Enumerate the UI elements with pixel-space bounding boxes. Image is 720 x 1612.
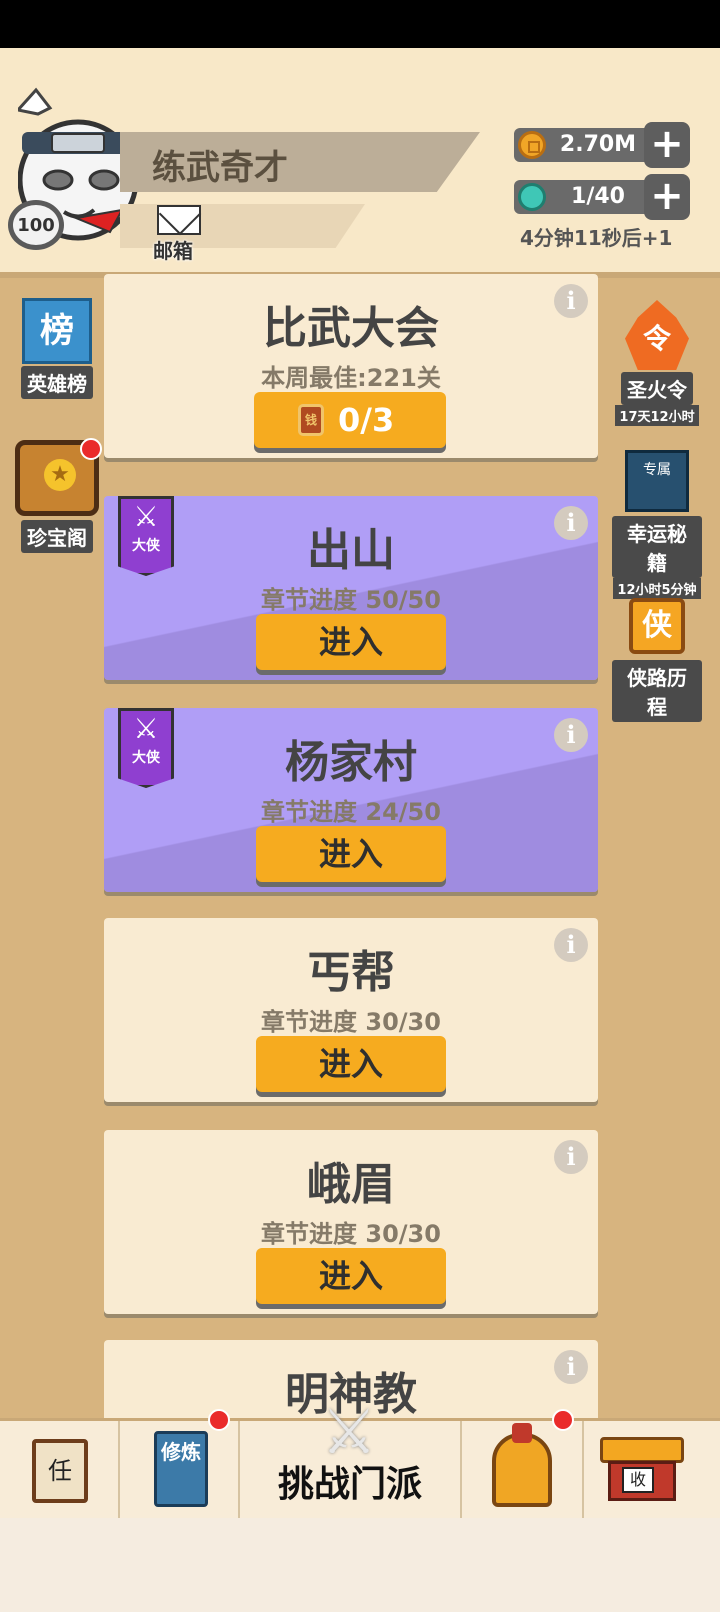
training-book-icon: 修炼 (154, 1431, 208, 1507)
chapter-title: 峨眉 (307, 1159, 395, 1210)
chapter-progress: 章节进度 30/30 (261, 1220, 441, 1248)
nav-training[interactable]: 修炼 (120, 1409, 240, 1521)
coin-counter: 2.70M + (514, 122, 690, 168)
secret-book-icon: 专属 (625, 450, 689, 512)
bottom-navigation: 任 修炼 ⚔ 挑战门派 收 (0, 1397, 720, 1521)
chapter-title: 丐帮 (307, 947, 395, 998)
collect-sign: 收 (622, 1467, 654, 1493)
lucky-manual-timer: 12小时5分钟 (613, 578, 701, 599)
energy-timer: 4分钟11秒后+1 (520, 226, 673, 250)
enter-button[interactable]: 进入 (256, 1248, 446, 1304)
tournament-enter-button[interactable]: 钱 0/3 (254, 392, 446, 448)
chapter-title: 杨家村 (285, 737, 417, 788)
hero-journey-button[interactable]: 侠 侠路历程 (612, 598, 702, 722)
ranking-scroll-icon: 榜 (22, 298, 92, 364)
nav-challenge-sects[interactable]: ⚔ 挑战门派 (240, 1397, 462, 1521)
tournament-best: 本周最佳:221关 (261, 364, 441, 392)
treasure-pavilion-label: 珍宝阁 (21, 520, 93, 553)
nav-tasks[interactable]: 任 (0, 1421, 120, 1521)
hero-journey-label: 侠路历程 (612, 660, 702, 722)
ticket-icon: 钱 (298, 404, 324, 436)
coin-value: 2.70M (559, 132, 637, 157)
add-energy-button[interactable]: + (644, 174, 690, 220)
task-scroll-icon: 任 (32, 1439, 88, 1503)
chapter-progress: 章节进度 24/50 (261, 798, 441, 826)
hero-ranking-button[interactable]: 榜 英雄榜 (12, 298, 102, 399)
enter-button[interactable]: 进入 (256, 826, 446, 882)
hero-ranking-label: 英雄榜 (21, 366, 93, 399)
energy-orb-icon (518, 183, 546, 211)
ticket-count: 0/3 (338, 401, 395, 439)
bottom-blank-area (0, 1518, 720, 1612)
chapter-card: ⚔ 大侠 i 出山 章节进度 50/50 进入 (104, 496, 598, 680)
training-notification-dot (208, 1409, 230, 1431)
envelope-icon (157, 205, 201, 235)
player-name: 练武奇才 (152, 148, 288, 188)
enter-button[interactable]: 进入 (256, 1036, 446, 1092)
add-coins-button[interactable]: + (644, 122, 690, 168)
chapter-card: i 丐帮 章节进度 30/30 进入 (104, 918, 598, 1102)
treasure-notification-dot (80, 438, 102, 460)
flame-token-icon: 令 (625, 300, 689, 370)
player-level-badge: 100 (8, 200, 64, 250)
chapter-card: ⚔ 大侠 i 杨家村 章节进度 24/50 进入 (104, 708, 598, 892)
tournament-card: i 比武大会 本周最佳:221关 钱 0/3 (104, 274, 598, 458)
energy-value: 1/40 (571, 184, 625, 209)
helmet-icon (492, 1423, 552, 1507)
nav-equipment[interactable] (462, 1409, 584, 1521)
equipment-notification-dot (552, 1409, 574, 1431)
challenge-sects-label: 挑战门派 (277, 1464, 422, 1505)
sacred-flame-label: 圣火令 (621, 372, 693, 405)
sacred-flame-timer: 17天12小时 (615, 405, 699, 426)
mailbox-label: 邮箱 (153, 239, 193, 263)
tournament-title: 比武大会 (263, 303, 439, 354)
shop-roof (600, 1437, 684, 1463)
chapter-title: 出山 (307, 525, 395, 576)
chapter-progress: 章节进度 30/30 (261, 1008, 441, 1036)
sacred-flame-order-button[interactable]: 令 圣火令 17天12小时 (612, 300, 702, 426)
chapter-progress: 章节进度 50/50 (261, 586, 441, 614)
hero-seal-icon: 侠 (629, 598, 685, 654)
status-bar (0, 0, 720, 48)
chapter-card: i 峨眉 章节进度 30/30 进入 (104, 1130, 598, 1314)
lucky-manual-button[interactable]: 专属 幸运秘籍 12小时5分钟 (612, 450, 702, 599)
enter-button[interactable]: 进入 (256, 614, 446, 670)
energy-counter: 1/40 + (514, 174, 690, 220)
lucky-manual-label: 幸运秘籍 (612, 516, 702, 578)
coin-icon (518, 131, 546, 159)
mailbox-button[interactable]: 邮箱 (153, 205, 209, 263)
nav-collect[interactable]: 收 (584, 1421, 720, 1521)
shop-building-icon: 收 (600, 1437, 684, 1503)
